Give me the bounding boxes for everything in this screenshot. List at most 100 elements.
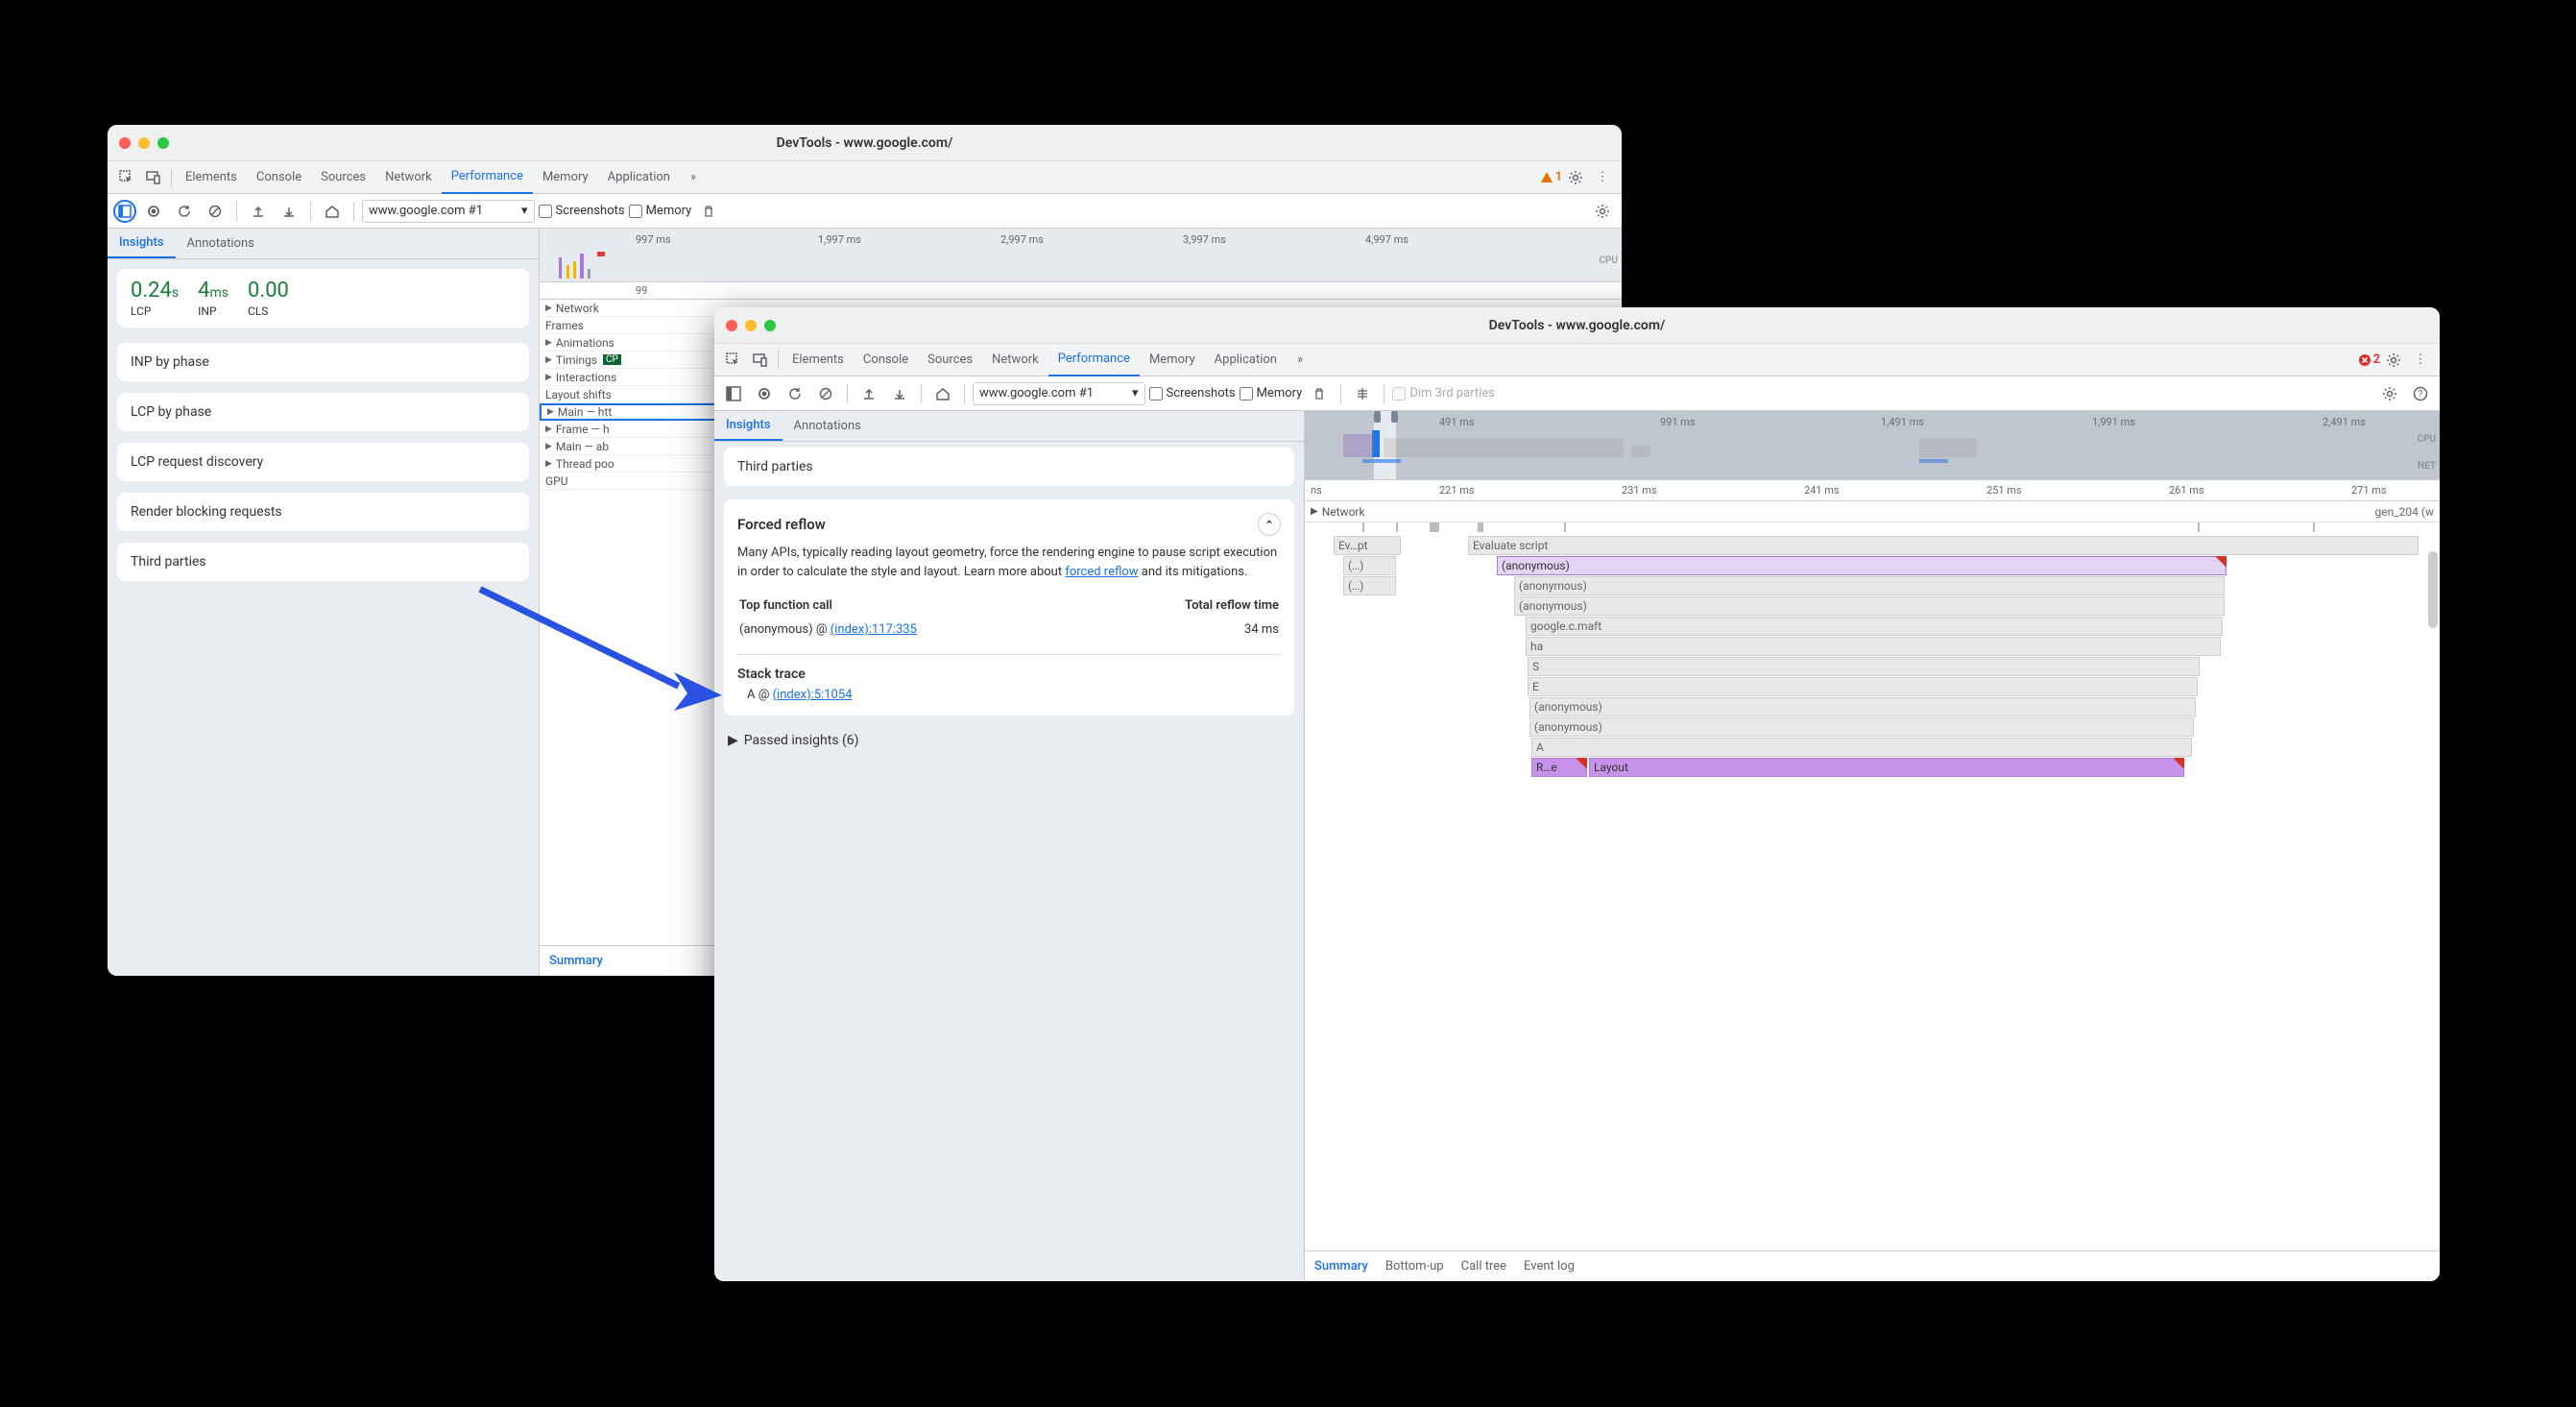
tab-performance[interactable]: Performance (1048, 344, 1140, 376)
footer-call-tree[interactable]: Call tree (1461, 1259, 1506, 1274)
maximize-window-icon[interactable] (157, 137, 169, 149)
insight-lcp-by-phase[interactable]: LCP by phase (117, 393, 529, 431)
titlebar[interactable]: DevTools - www.google.com/ (108, 125, 1622, 161)
insight-inp-by-phase[interactable]: INP by phase (117, 343, 529, 381)
more-tabs-icon[interactable]: » (1287, 347, 1313, 374)
flame-anonymous[interactable]: (anonymous) (1529, 717, 2194, 737)
settings-icon[interactable] (2380, 347, 2407, 374)
titlebar[interactable]: DevTools - www.google.com/ (714, 307, 2440, 344)
tab-elements[interactable]: Elements (782, 344, 854, 376)
help-icon[interactable]: ? (2407, 380, 2434, 407)
subtab-insights[interactable]: Insights (108, 229, 176, 258)
insight-third-parties[interactable]: Third parties (117, 543, 529, 581)
range-handle-left[interactable] (1374, 411, 1381, 423)
record-icon[interactable] (751, 380, 778, 407)
flame-ha[interactable]: ha (1526, 637, 2221, 656)
trash-icon[interactable] (695, 198, 722, 225)
footer-summary[interactable]: Summary (1314, 1259, 1368, 1274)
tab-network[interactable]: Network (375, 161, 442, 194)
overview-strip[interactable]: 491 ms 991 ms 1,491 ms 1,991 ms 2,491 ms… (1305, 411, 2440, 480)
memory-checkbox[interactable]: Memory (629, 204, 692, 218)
tab-console[interactable]: Console (247, 161, 311, 194)
passed-insights[interactable]: ▶ Passed insights (6) (714, 723, 1304, 758)
flame-anonymous[interactable]: (anonymous) (1514, 576, 2225, 595)
device-toggle-icon[interactable] (140, 164, 167, 191)
source-link[interactable]: (index):5:1054 (773, 688, 853, 702)
screenshots-checkbox[interactable]: Screenshots (1149, 386, 1236, 400)
close-window-icon[interactable] (726, 320, 737, 331)
device-toggle-icon[interactable] (747, 347, 774, 374)
screenshots-checkbox[interactable]: Screenshots (539, 204, 625, 218)
toggle-sidebar-icon[interactable] (720, 380, 747, 407)
flame-anonymous[interactable]: (anonymous) (1497, 556, 2227, 575)
url-select[interactable]: www.google.com #1 ▾ (362, 200, 535, 223)
flame-event[interactable]: Ev…pt (1334, 536, 1401, 555)
metric-lcp[interactable]: 0.24s LCP (131, 279, 179, 318)
flame-event[interactable]: (…) (1343, 556, 1396, 575)
tab-memory[interactable]: Memory (533, 161, 598, 194)
minimize-window-icon[interactable] (745, 320, 757, 331)
toggle-sidebar-icon[interactable] (113, 200, 136, 223)
memory-checkbox[interactable]: Memory (1240, 386, 1303, 400)
overview-strip[interactable]: 997 ms 1,997 ms 2,997 ms 3,997 ms 4,997 … (540, 229, 1622, 282)
tab-sources[interactable]: Sources (918, 344, 982, 376)
detail-ruler[interactable]: ns 221 ms 231 ms 241 ms 251 ms 261 ms 27… (1305, 480, 2440, 501)
subtab-insights[interactable]: Insights (714, 411, 782, 441)
maximize-window-icon[interactable] (764, 320, 776, 331)
source-link[interactable]: (index):117:335 (831, 622, 917, 637)
ruler-2[interactable]: 99 (540, 282, 1622, 300)
tab-elements[interactable]: Elements (176, 161, 247, 194)
minimize-window-icon[interactable] (138, 137, 150, 149)
more-tabs-icon[interactable]: » (680, 164, 707, 191)
record-icon[interactable] (140, 198, 167, 225)
forced-reflow-link[interactable]: forced reflow (1065, 565, 1138, 579)
reload-icon[interactable] (782, 380, 808, 407)
warning-badge[interactable]: 1 (1540, 170, 1562, 184)
insight-lcp-request-discovery[interactable]: LCP request discovery (117, 443, 529, 481)
flame-chart[interactable]: Ev…pt Evaluate script (…) (anonymous) (…… (1305, 522, 2440, 1250)
download-icon[interactable] (886, 380, 913, 407)
dim-third-parties-checkbox[interactable]: Dim 3rd parties (1392, 386, 1495, 400)
download-icon[interactable] (276, 198, 302, 225)
tab-performance[interactable]: Performance (442, 161, 533, 194)
upload-icon[interactable] (855, 380, 882, 407)
tab-application[interactable]: Application (1205, 344, 1287, 376)
subtab-annotations[interactable]: Annotations (782, 411, 873, 441)
tab-network[interactable]: Network (982, 344, 1048, 376)
kebab-menu-icon[interactable]: ⋮ (2407, 347, 2434, 374)
home-icon[interactable] (319, 198, 346, 225)
insight-render-blocking[interactable]: Render blocking requests (117, 493, 529, 531)
tab-memory[interactable]: Memory (1140, 344, 1205, 376)
flame-anonymous[interactable]: (anonymous) (1529, 697, 2196, 716)
subtab-annotations[interactable]: Annotations (176, 229, 266, 258)
flame-anonymous[interactable]: (anonymous) (1514, 596, 2225, 616)
inspect-icon[interactable] (113, 164, 140, 191)
close-window-icon[interactable] (119, 137, 131, 149)
tab-application[interactable]: Application (598, 161, 680, 194)
inspect-icon[interactable] (720, 347, 747, 374)
home-icon[interactable] (929, 380, 956, 407)
trash-icon[interactable] (1306, 380, 1333, 407)
footer-summary[interactable]: Summary (549, 954, 603, 968)
clear-icon[interactable] (202, 198, 229, 225)
kebab-menu-icon[interactable]: ⋮ (1589, 164, 1616, 191)
upload-icon[interactable] (245, 198, 272, 225)
reload-icon[interactable] (171, 198, 198, 225)
flame-layout[interactable]: Layout (1589, 758, 2184, 777)
url-select[interactable]: www.google.com #1 ▾ (973, 382, 1145, 405)
tab-console[interactable]: Console (854, 344, 918, 376)
footer-event-log[interactable]: Event log (1524, 1259, 1575, 1274)
settings-icon[interactable] (1562, 164, 1589, 191)
collapse-icon[interactable]: ⌃ (1258, 513, 1281, 536)
flame-e[interactable]: E (1528, 677, 2198, 696)
settings-gear-icon[interactable] (1589, 198, 1616, 225)
flame-event[interactable]: (…) (1343, 576, 1396, 595)
range-handle-right[interactable] (1391, 411, 1398, 423)
flame-s[interactable]: S (1528, 657, 2200, 676)
clear-icon[interactable] (812, 380, 839, 407)
flame-evaluate-script[interactable]: Evaluate script (1468, 536, 2419, 555)
flame-maft[interactable]: google.c.maft (1526, 617, 2223, 636)
shortcuts-icon[interactable] (1349, 380, 1376, 407)
tab-sources[interactable]: Sources (311, 161, 375, 194)
track-network[interactable]: ▶Network gen_204 (w (1305, 501, 2440, 522)
